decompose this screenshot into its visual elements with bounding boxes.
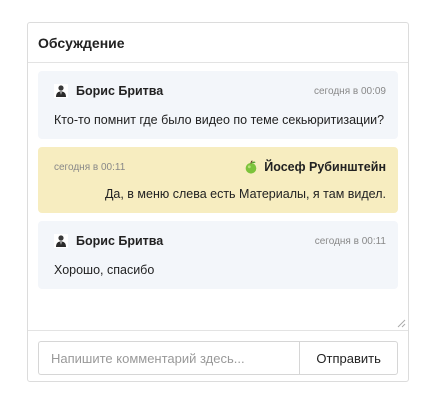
messages-list[interactable]: Борис Бритва сегодня в 00:09 Кто-то помн… (28, 63, 408, 331)
message-item: Борис Бритва сегодня в 00:11 Хорошо, спа… (38, 221, 398, 289)
message-item: Борис Бритва сегодня в 00:09 Кто-то помн… (38, 71, 398, 139)
discussion-panel: Обсуждение Борис Бритва сегодня в 00:09 … (27, 22, 409, 382)
message-time: сегодня в 00:11 (314, 235, 386, 247)
comment-composer: Отправить (28, 331, 408, 375)
message-time: сегодня в 00:11 (54, 161, 126, 173)
resize-handle-icon[interactable] (396, 318, 406, 328)
message-text: Хорошо, спасибо (54, 263, 155, 277)
person-avatar-icon (54, 234, 68, 248)
message-text: Кто-то помнит где было видео по теме сек… (54, 113, 385, 127)
message-author: Борис Бритва (76, 234, 164, 248)
send-button[interactable]: Отправить (299, 341, 398, 375)
green-apple-avatar-icon (245, 160, 257, 174)
message-text: Да, в меню слева есть Материалы, я там в… (104, 187, 386, 201)
message-time: сегодня в 00:09 (314, 85, 386, 97)
panel-title: Обсуждение (28, 23, 408, 63)
message-author: Борис Бритва (76, 84, 164, 98)
message-item: сегодня в 00:11 Йосеф Рубинштейн Да, в м… (38, 147, 398, 213)
comment-input[interactable] (38, 341, 300, 375)
person-avatar-icon (54, 84, 68, 98)
message-author: Йосеф Рубинштейн (264, 160, 386, 174)
